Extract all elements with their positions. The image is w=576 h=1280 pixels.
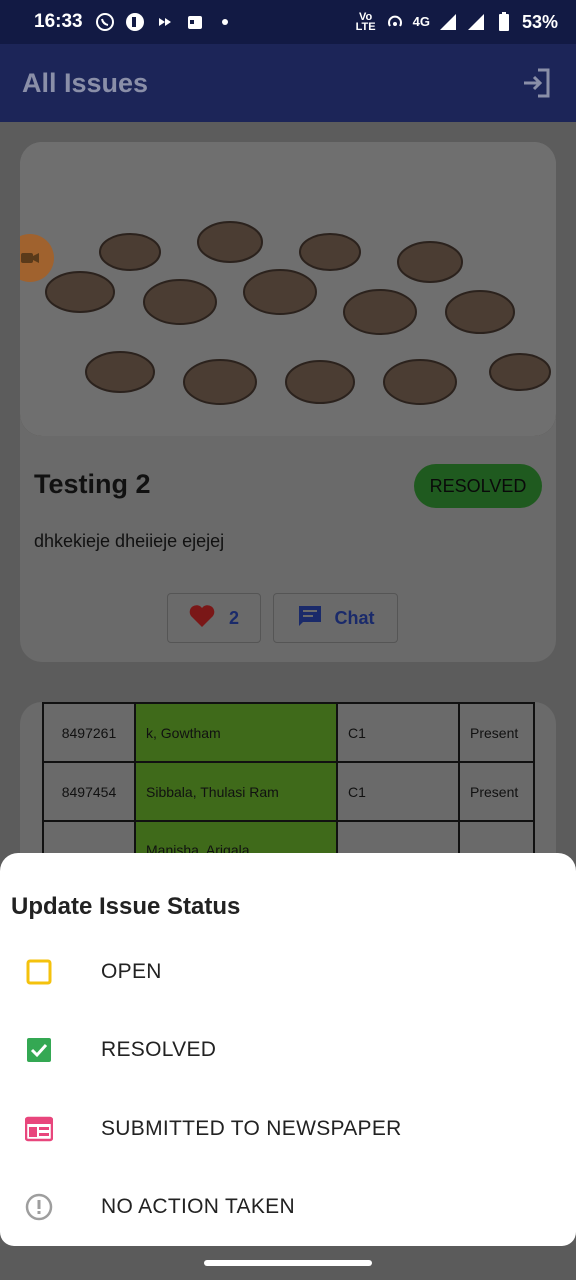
page-title: All Issues bbox=[22, 67, 149, 98]
logout-icon[interactable] bbox=[520, 66, 554, 100]
status-option-label: SUBMITTED TO NEWSPAPER bbox=[101, 1117, 402, 1140]
status-badge: RESOLVED bbox=[414, 464, 542, 508]
whatsapp-icon bbox=[95, 12, 115, 32]
status-option-label: RESOLVED bbox=[101, 1038, 217, 1061]
hotspot-icon bbox=[385, 12, 405, 32]
issue-card[interactable]: Testing 2 RESOLVED dhkekieje dheiieje ej… bbox=[20, 142, 556, 662]
sync-icon bbox=[155, 12, 175, 32]
calendar-icon bbox=[185, 12, 205, 32]
app-notification-icon bbox=[125, 12, 145, 32]
table-row: 8497261 k, Gowtham C1 Present bbox=[42, 702, 535, 763]
table-cell: 8497454 bbox=[42, 761, 136, 822]
status-option-no-action[interactable]: NO ACTION TAKEN bbox=[0, 1172, 576, 1242]
chat-icon bbox=[297, 604, 323, 633]
like-button[interactable]: 2 bbox=[167, 593, 261, 643]
sheet-title: Update Issue Status bbox=[11, 893, 241, 920]
table-cell: Present bbox=[458, 761, 535, 822]
like-count: 2 bbox=[228, 607, 239, 628]
chat-label: Chat bbox=[334, 607, 375, 628]
table-row: 8497454 Sibbala, Thulasi Ram C1 Present bbox=[42, 761, 535, 822]
notification-icons bbox=[95, 12, 235, 32]
battery-percent: 53% bbox=[521, 11, 558, 32]
signal-icon-2 bbox=[466, 12, 486, 32]
navigation-bar bbox=[0, 1246, 576, 1280]
checkbox-checked-icon bbox=[24, 1035, 54, 1065]
status-option-label: NO ACTION TAKEN bbox=[101, 1195, 295, 1218]
status-option-resolved[interactable]: RESOLVED bbox=[0, 1015, 576, 1085]
table-cell: C1 bbox=[336, 702, 460, 763]
heart-icon bbox=[189, 604, 215, 633]
app-bar: All Issues bbox=[0, 44, 576, 122]
table-cell: Sibbala, Thulasi Ram bbox=[134, 761, 338, 822]
table-cell: C1 bbox=[336, 761, 460, 822]
home-indicator[interactable] bbox=[204, 1260, 372, 1266]
update-status-sheet: Update Issue Status OPEN RESOLVED SUBMIT… bbox=[0, 853, 576, 1246]
table-cell: k, Gowtham bbox=[134, 702, 338, 763]
table-cell: Present bbox=[458, 702, 535, 763]
alert-circle-icon bbox=[24, 1192, 54, 1222]
newspaper-icon bbox=[24, 1114, 54, 1144]
volte-indicator: Vo LTE bbox=[355, 11, 376, 33]
status-option-label: OPEN bbox=[101, 960, 162, 983]
table-cell: 8497261 bbox=[42, 702, 136, 763]
system-status: Vo LTE 4G 53% bbox=[355, 12, 558, 33]
issue-photo[interactable] bbox=[20, 142, 556, 436]
checkbox-empty-icon bbox=[24, 957, 54, 987]
status-time: 16:33 bbox=[34, 11, 83, 32]
chat-button[interactable]: Chat bbox=[273, 593, 398, 643]
status-option-open[interactable]: OPEN bbox=[0, 937, 576, 1007]
signal-icon bbox=[438, 12, 458, 32]
status-bar: 16:33 Vo LTE 4G 53% bbox=[0, 0, 576, 44]
dot-icon bbox=[215, 12, 235, 32]
status-option-newspaper[interactable]: SUBMITTED TO NEWSPAPER bbox=[0, 1094, 576, 1164]
issue-title: Testing 2 bbox=[34, 469, 151, 499]
battery-icon bbox=[494, 12, 514, 32]
network-type: 4G bbox=[412, 14, 430, 29]
issue-description: dhkekieje dheiieje ejejej bbox=[34, 531, 225, 551]
